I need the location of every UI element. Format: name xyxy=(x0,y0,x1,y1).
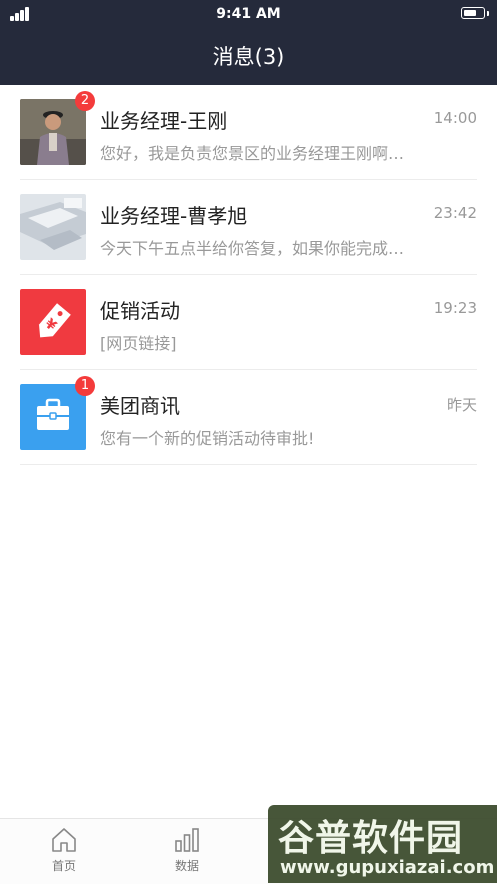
message-item[interactable]: ¥ 促销活动 19:23 [网页链接] xyxy=(0,275,497,370)
message-preview: 您好，我是负责您景区的业务经理王刚啊… xyxy=(100,144,405,163)
message-time: 19:23 xyxy=(433,299,477,317)
avatar xyxy=(20,99,86,165)
message-item[interactable]: 2 业务经理-王刚 14:00 您好，我是负责您景区的业务经理王刚啊… xyxy=(0,85,497,180)
message-item[interactable]: 业务经理-曹孝旭 23:42 今天下午五点半给你答复，如果你能完成… xyxy=(0,180,497,275)
price-tag-icon: ¥ xyxy=(39,303,71,338)
message-preview: 今天下午五点半给你答复，如果你能完成… xyxy=(100,239,405,258)
message-time: 昨天 xyxy=(446,396,477,414)
status-time: 9:41 AM xyxy=(216,6,281,22)
sender-name: 促销活动 xyxy=(100,299,180,323)
unread-badge: 1 xyxy=(75,376,95,396)
message-list: 2 业务经理-王刚 14:00 您好，我是负责您景区的业务经理王刚啊… 业务经理… xyxy=(0,85,497,465)
nav-bar: 消息(3) xyxy=(0,28,497,85)
unread-badge: 2 xyxy=(75,91,95,111)
tab-data[interactable]: 数据 xyxy=(152,827,222,874)
avatar xyxy=(20,194,86,260)
watermark: 谷普软件园 www.gupuxiazai.com xyxy=(268,805,497,883)
watermark-text: 谷普软件园 xyxy=(278,818,464,859)
sender-name: 业务经理-曹孝旭 xyxy=(100,204,248,228)
home-icon xyxy=(52,828,76,852)
divider xyxy=(20,464,477,465)
sender-name: 业务经理-王刚 xyxy=(100,109,228,133)
tab-home[interactable]: 首页 xyxy=(29,827,99,874)
message-item[interactable]: 1 美团商讯 昨天 您有一个新的促销活动待审批! xyxy=(0,370,497,465)
watermark-url: www.gupuxiazai.com xyxy=(280,857,495,878)
sender-name: 美团商讯 xyxy=(100,394,180,418)
avatar: ¥ xyxy=(20,289,86,355)
battery-icon xyxy=(461,7,489,19)
avatar xyxy=(20,384,86,450)
message-preview: [网页链接] xyxy=(100,334,177,353)
briefcase-icon xyxy=(37,398,69,430)
message-time: 14:00 xyxy=(433,109,477,127)
bar-chart-icon xyxy=(175,828,199,852)
page-title: 消息(3) xyxy=(212,45,285,69)
tab-label: 首页 xyxy=(51,859,76,873)
status-bar: 9:41 AM xyxy=(0,0,497,28)
tab-label: 数据 xyxy=(174,859,199,873)
message-time: 23:42 xyxy=(433,204,477,222)
message-preview: 您有一个新的促销活动待审批! xyxy=(100,429,315,448)
